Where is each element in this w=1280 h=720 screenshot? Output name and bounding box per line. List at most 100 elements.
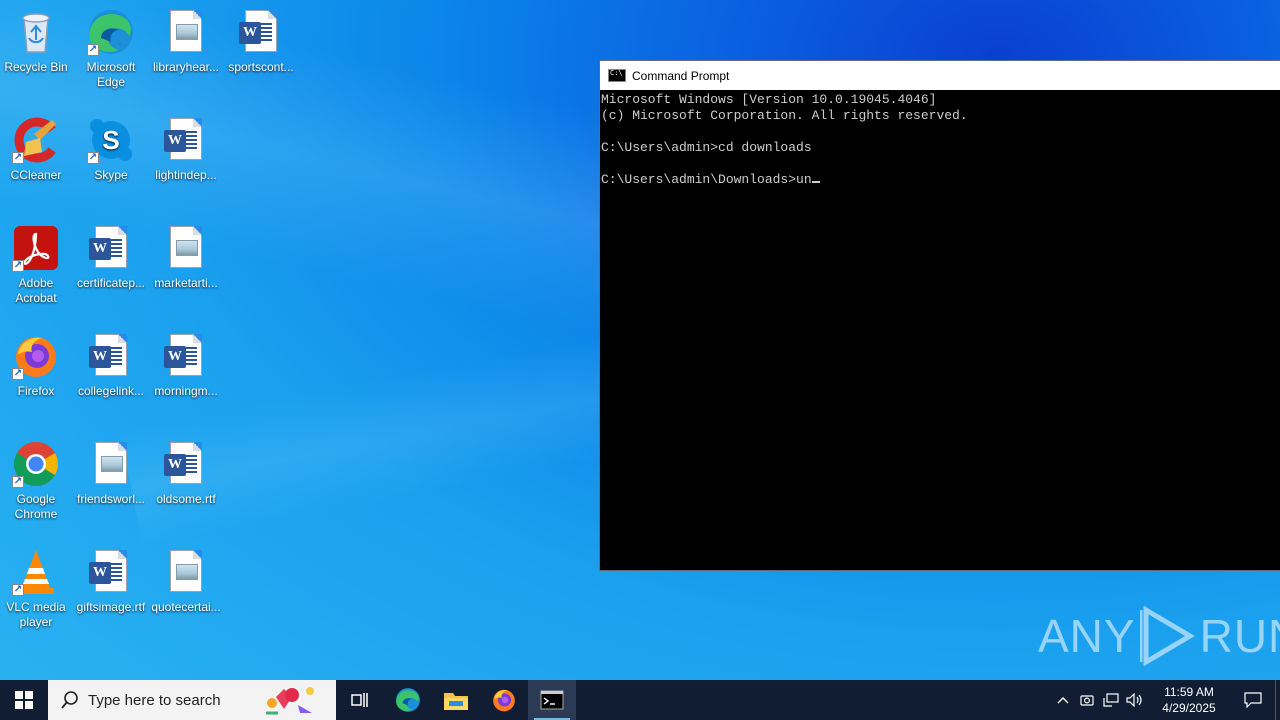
vlc-icon: ↗ (12, 548, 60, 596)
desktop-icon-label: Adobe Acrobat (15, 276, 57, 305)
text-cursor (811, 181, 820, 183)
watermark-text-left: ANY (1038, 610, 1136, 662)
word-doc-icon: W (162, 440, 210, 488)
start-button[interactable] (0, 680, 48, 720)
word-doc-icon: W (87, 224, 135, 272)
taskbar-edge-button[interactable] (384, 680, 432, 720)
camera-icon (1080, 695, 1094, 706)
desktop-icon-skype[interactable]: S ↗ Skype (75, 116, 147, 183)
shortcut-arrow-icon: ↗ (87, 44, 99, 56)
desktop-icon-file[interactable]: quotecertai... (150, 548, 222, 615)
watermark-text-right: RUN (1199, 610, 1280, 662)
desktop-icon-file[interactable]: W morningm... (150, 332, 222, 399)
folder-icon (444, 693, 468, 710)
firefox-icon: ↗ (12, 332, 60, 380)
shortcut-arrow-icon: ↗ (12, 584, 24, 596)
search-placeholder: Type here to search (88, 691, 221, 709)
word-doc-icon: W (87, 548, 135, 596)
desktop-icon-file[interactable]: libraryhear... (150, 8, 222, 75)
windows-logo-icon (15, 691, 33, 709)
search-icon (61, 691, 78, 709)
desktop-icon-label: quotecertai... (151, 600, 221, 614)
taskbar: Type here to search 11:59 AM 4/29/2025 (0, 680, 1280, 720)
desktop-icon-file[interactable]: W certificatep... (75, 224, 147, 291)
show-desktop-button[interactable] (1275, 680, 1280, 720)
command-prompt-window[interactable]: Command Prompt Microsoft Windows [Versio… (599, 60, 1280, 571)
image-file-icon (162, 548, 210, 596)
desktop-icon-google-chrome[interactable]: ↗ Google Chrome (0, 440, 72, 522)
desktop-icon-label: sportscont... (228, 60, 294, 74)
word-doc-icon: W (162, 332, 210, 380)
console-line: Microsoft Windows [Version 10.0.19045.40… (601, 92, 937, 107)
image-file-icon (162, 8, 210, 56)
window-title: Command Prompt (632, 68, 730, 83)
desktop-icon-file[interactable]: marketarti... (150, 224, 222, 291)
desktop-icon-file[interactable]: W oldsome.rtf (150, 440, 222, 507)
desktop-icon-ccleaner[interactable]: ↗ CCleaner (0, 116, 72, 183)
tray-network-button[interactable] (1099, 680, 1123, 720)
shortcut-arrow-icon: ↗ (87, 152, 99, 164)
clock-date: 4/29/2025 (1162, 701, 1216, 715)
word-doc-icon: W (87, 332, 135, 380)
desktop-icon-label: collegelink... (77, 384, 145, 398)
desktop-icon-label: Microsoft Edge (86, 60, 136, 89)
shortcut-arrow-icon: ↗ (12, 152, 24, 164)
cmd-icon (540, 690, 564, 710)
clock-time: 11:59 AM (1164, 685, 1214, 699)
firefox-icon (493, 689, 515, 712)
shortcut-arrow-icon: ↗ (12, 368, 24, 380)
desktop-icon-label: lightindep... (155, 168, 217, 182)
desktop-icon-label: Recycle Bin (4, 60, 68, 74)
tray-volume-button[interactable] (1123, 680, 1147, 720)
word-doc-icon: W (237, 8, 285, 56)
system-tray: 11:59 AM 4/29/2025 (1051, 680, 1280, 720)
tray-meet-now-button[interactable] (1075, 680, 1099, 720)
desktop-icon-vlc[interactable]: ↗ VLC media player (0, 548, 72, 630)
desktop-icon-file[interactable]: W lightindep... (150, 116, 222, 183)
speaker-icon (1126, 693, 1142, 707)
edge-icon (396, 688, 420, 712)
network-icon (1103, 693, 1119, 707)
cmd-icon (608, 69, 626, 82)
console-output[interactable]: Microsoft Windows [Version 10.0.19045.40… (600, 90, 1280, 190)
desktop-icon-file[interactable]: friendsworl... (75, 440, 147, 507)
desktop-icon-label: CCleaner (10, 168, 62, 182)
desktop-icon-adobe-acrobat[interactable]: ↗ Adobe Acrobat (0, 224, 72, 306)
taskbar-firefox-button[interactable] (480, 680, 528, 720)
taskbar-search-box[interactable]: Type here to search (48, 680, 336, 720)
console-line: (c) Microsoft Corporation. All rights re… (601, 108, 968, 123)
desktop-icon-file[interactable]: W giftsimage.rtf (75, 548, 147, 615)
desktop-icon-microsoft-edge[interactable]: ↗ Microsoft Edge (75, 8, 147, 90)
shortcut-arrow-icon: ↗ (12, 260, 24, 272)
desktop-icon-recycle-bin[interactable]: Recycle Bin (0, 8, 72, 75)
word-doc-icon: W (162, 116, 210, 164)
action-center-button[interactable] (1231, 680, 1275, 720)
desktop-icon-label: marketarti... (154, 276, 218, 290)
shortcut-arrow-icon: ↗ (12, 476, 24, 488)
console-input-line[interactable]: C:\Users\admin\Downloads>un (601, 172, 812, 187)
desktop-icon-firefox[interactable]: ↗ Firefox (0, 332, 72, 399)
skype-icon: S ↗ (87, 116, 135, 164)
chevron-up-icon (1057, 697, 1069, 704)
taskbar-cmd-button[interactable] (528, 680, 576, 720)
taskbar-clock[interactable]: 11:59 AM 4/29/2025 (1153, 684, 1225, 716)
desktop-icon-file[interactable]: W collegelink... (75, 332, 147, 399)
desktop-icon-label: certificatep... (76, 276, 146, 290)
acrobat-icon: ↗ (12, 224, 60, 272)
search-highlight-art-icon (266, 687, 314, 715)
desktop-icon-label: libraryhear... (152, 60, 220, 74)
desktop-icon-file[interactable]: W sportscont... (225, 8, 297, 75)
taskbar-file-explorer-button[interactable] (432, 680, 480, 720)
window-title-bar[interactable]: Command Prompt (600, 61, 1280, 90)
desktop-icon-label: Firefox (17, 384, 55, 398)
desktop-icon-label: Skype (94, 168, 128, 182)
show-hidden-icons-button[interactable] (1051, 680, 1075, 720)
console-line: C:\Users\admin>cd downloads (601, 140, 812, 155)
task-view-button[interactable] (336, 680, 384, 720)
desktop-icon-label: friendsworl... (76, 492, 146, 506)
desktop-icon-label: oldsome.rtf (156, 492, 216, 506)
task-view-icon (351, 693, 368, 707)
image-file-icon (162, 224, 210, 272)
desktop-icon-label: VLC media player (6, 600, 66, 629)
